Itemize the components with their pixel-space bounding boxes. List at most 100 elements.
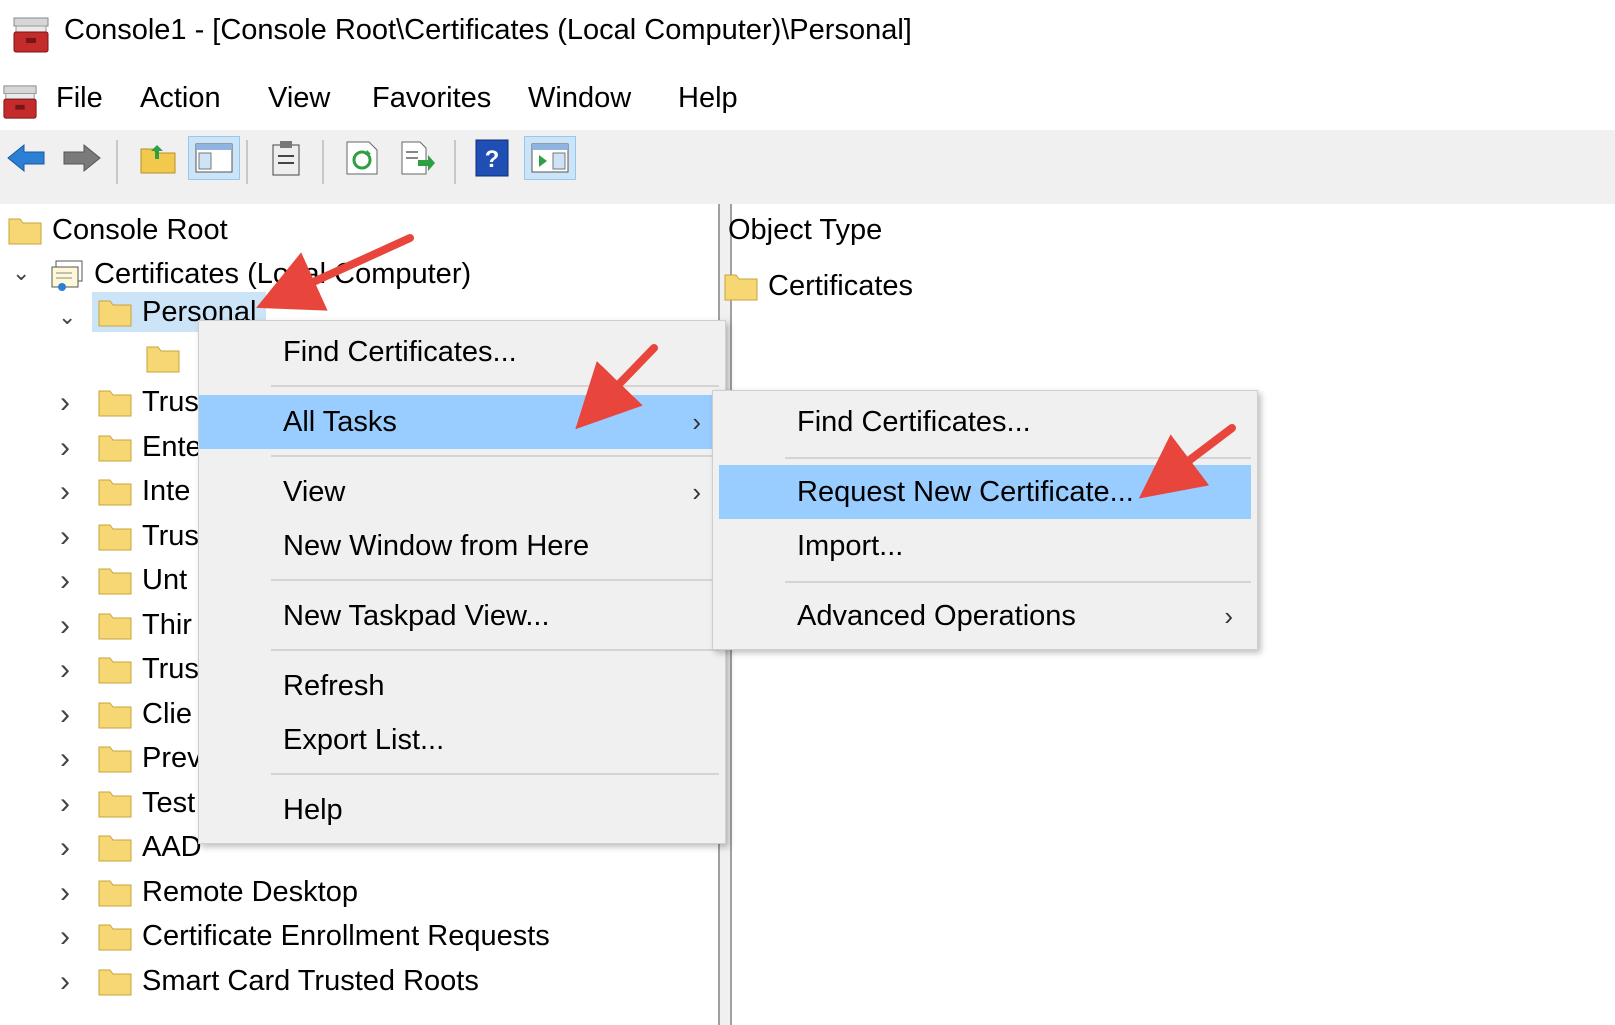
tree-node-label: Test: [142, 786, 196, 819]
folder-icon: [98, 610, 132, 640]
menu-separator: [271, 773, 719, 775]
tree-node[interactable]: Test: [98, 781, 195, 825]
toolbar-separator: [322, 140, 324, 184]
folder-icon: [8, 215, 42, 245]
all-tasks-submenu: Find Certificates... Request New Certifi…: [712, 390, 1258, 650]
menu-view[interactable]: View: [268, 82, 330, 115]
chevron-right-icon[interactable]: ›: [60, 431, 70, 465]
submenu-item-advanced-operations[interactable]: Advanced Operations ›: [713, 589, 1257, 643]
folder-icon: [98, 565, 132, 595]
chevron-right-icon[interactable]: ›: [60, 965, 70, 999]
tree-node[interactable]: Certificate Enrollment Requests: [98, 914, 550, 958]
menu-item-view[interactable]: View ›: [199, 465, 725, 519]
tree-node-label: Trus: [142, 652, 199, 685]
chevron-right-icon[interactable]: ›: [60, 564, 70, 598]
tree-node[interactable]: Ente: [98, 425, 202, 469]
back-button[interactable]: [4, 136, 48, 180]
tree-node-certificates[interactable]: Certificates (Local Computer): [50, 252, 471, 296]
chevron-right-icon[interactable]: ›: [60, 520, 70, 554]
submenu-item-import[interactable]: Import...: [713, 519, 1257, 573]
menu-separator: [785, 457, 1251, 459]
tree-node-label: Smart Card Trusted Roots: [142, 964, 479, 997]
menu-window[interactable]: Window: [528, 82, 631, 115]
context-menu: Find Certificates... All Tasks › View › …: [198, 320, 726, 844]
show-hide-action-pane-button[interactable]: [524, 136, 576, 180]
chevron-right-icon: ›: [692, 406, 701, 437]
menu-separator: [271, 385, 719, 387]
folder-icon: [98, 432, 132, 462]
chevron-right-icon[interactable]: ›: [60, 920, 70, 954]
tree-node[interactable]: Unt: [98, 558, 187, 602]
chevron-right-icon[interactable]: ›: [60, 386, 70, 420]
folder-icon: [98, 476, 132, 506]
chevron-right-icon[interactable]: ›: [60, 876, 70, 910]
help-button[interactable]: ?: [470, 136, 514, 180]
list-item-label: Certificates: [768, 269, 914, 302]
folder-icon: [98, 921, 132, 951]
menu-item-all-tasks[interactable]: All Tasks ›: [199, 395, 725, 449]
tree-node[interactable]: AAD: [98, 825, 202, 869]
show-hide-tree-icon: [195, 143, 233, 173]
folder-icon: [98, 654, 132, 684]
menu-favorites[interactable]: Favorites: [372, 82, 491, 115]
tree-node[interactable]: Trus: [98, 647, 199, 691]
chevron-right-icon[interactable]: ›: [60, 609, 70, 643]
tree-node-console-root[interactable]: Console Root: [8, 208, 228, 252]
chevron-down-icon[interactable]: ⌄: [58, 304, 76, 330]
chevron-right-icon[interactable]: ›: [60, 475, 70, 509]
toolbar-separator: [116, 140, 118, 184]
tree-node-label: Ente: [142, 430, 202, 463]
tree-node[interactable]: Prev: [98, 736, 202, 780]
chevron-right-icon[interactable]: ›: [60, 831, 70, 865]
svg-text:?: ?: [485, 146, 500, 173]
tree-node-label: Prev: [142, 741, 202, 774]
toolbar-separator: [246, 140, 248, 184]
menu-item-export-list[interactable]: Export List...: [199, 713, 725, 767]
refresh-button[interactable]: [340, 136, 384, 180]
chevron-right-icon[interactable]: ›: [60, 742, 70, 776]
tree-node-label: Remote Desktop: [142, 875, 358, 908]
chevron-right-icon[interactable]: ›: [60, 653, 70, 687]
export-list-icon: [401, 141, 435, 175]
tree-node[interactable]: Smart Card Trusted Roots: [98, 959, 479, 1003]
folder-icon: [98, 832, 132, 862]
folder-icon: [724, 271, 758, 301]
refresh-icon: [346, 141, 378, 175]
menu-item-find-certificates[interactable]: Find Certificates...: [199, 325, 725, 379]
chevron-right-icon[interactable]: ›: [60, 698, 70, 732]
folder-icon: [98, 521, 132, 551]
submenu-item-find-certificates[interactable]: Find Certificates...: [713, 395, 1257, 449]
menu-help[interactable]: Help: [678, 82, 738, 115]
folder-icon: [98, 743, 132, 773]
tree-node[interactable]: Clie: [98, 692, 192, 736]
tree-node[interactable]: Remote Desktop: [98, 870, 358, 914]
menu-file[interactable]: File: [56, 82, 103, 115]
tree-node[interactable]: Inte: [98, 469, 190, 513]
export-list-button[interactable]: [396, 136, 440, 180]
menu-item-new-taskpad-view[interactable]: New Taskpad View...: [199, 589, 725, 643]
tree-node[interactable]: Trus: [98, 380, 199, 424]
list-item-certificates[interactable]: Certificates: [724, 264, 913, 308]
menu-item-new-window-from-here[interactable]: New Window from Here: [199, 519, 725, 573]
chevron-down-icon[interactable]: ⌄: [12, 260, 30, 286]
tree-node[interactable]: Trus: [98, 514, 199, 558]
tree-node-label: Thir: [142, 608, 192, 641]
clipboard-icon: [272, 141, 300, 176]
folder-icon: [98, 788, 132, 818]
menu-action[interactable]: Action: [140, 82, 221, 115]
folder-icon: [98, 387, 132, 417]
submenu-item-request-new-certificate[interactable]: Request New Certificate...: [719, 465, 1251, 519]
menu-item-refresh[interactable]: Refresh: [199, 659, 725, 713]
mmc-toolbox-icon[interactable]: [2, 84, 38, 120]
show-hide-console-tree-button[interactable]: [188, 136, 240, 180]
forward-button[interactable]: [60, 136, 104, 180]
chevron-right-icon[interactable]: ›: [60, 787, 70, 821]
tree-node-personal-certificates[interactable]: [146, 336, 180, 380]
column-header-object-type[interactable]: Object Type: [728, 214, 882, 247]
clipboard-button[interactable]: [264, 136, 308, 180]
menu-item-help[interactable]: Help: [199, 783, 725, 837]
up-one-level-button[interactable]: [136, 136, 180, 180]
tree-node[interactable]: Thir: [98, 603, 192, 647]
menu-separator: [785, 581, 1251, 583]
menu-separator: [271, 579, 719, 581]
